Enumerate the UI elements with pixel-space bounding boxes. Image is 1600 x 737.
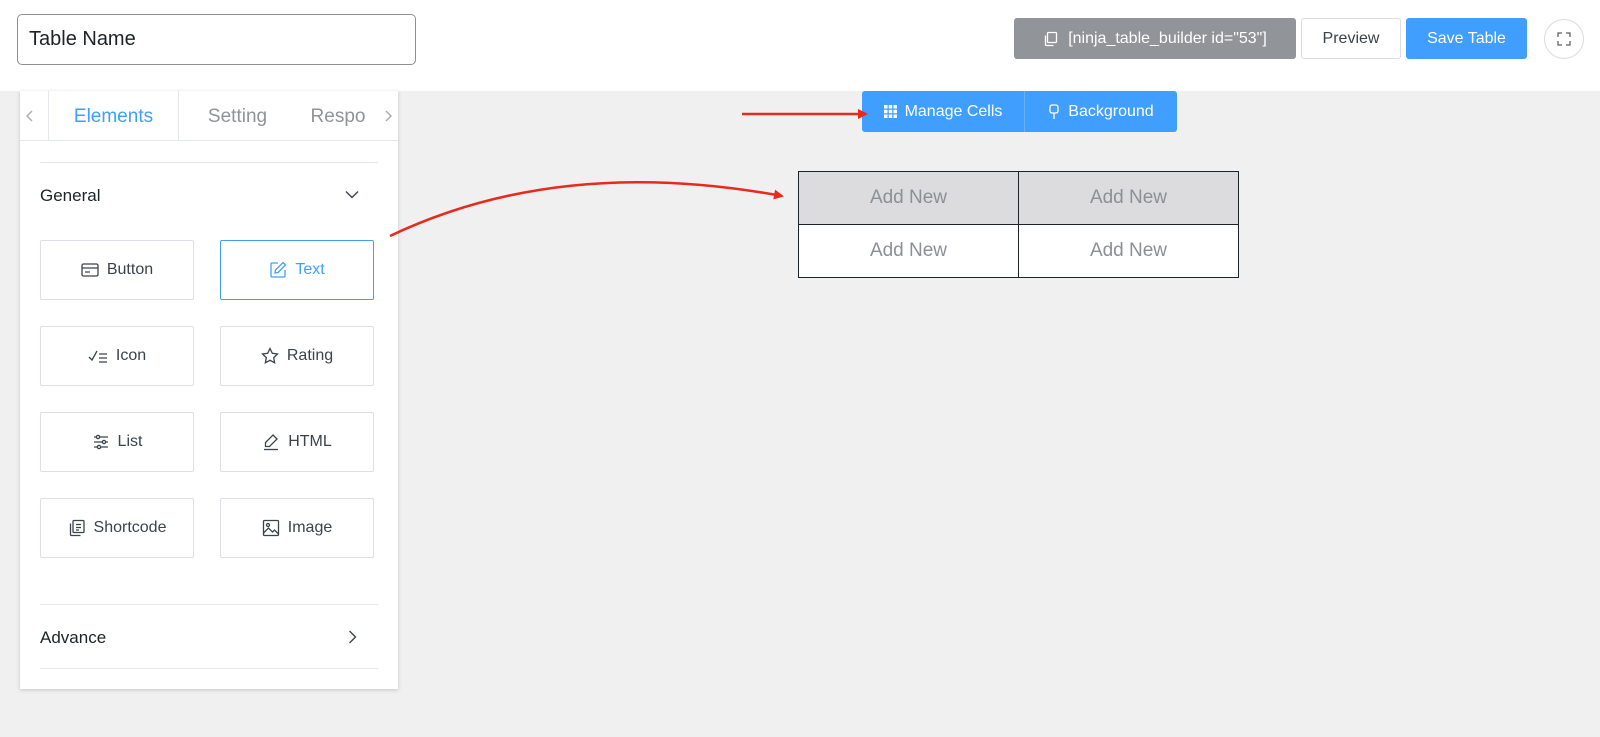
elements-panel: Elements Setting Respo General Button Te… (20, 91, 398, 689)
chevron-down-icon[interactable] (344, 186, 360, 202)
fullscreen-icon (1557, 32, 1571, 46)
divider (40, 604, 378, 605)
chevron-right-icon[interactable] (344, 629, 360, 645)
general-section-title[interactable]: General (40, 186, 100, 206)
divider (40, 162, 378, 163)
element-rating[interactable]: Rating (220, 326, 374, 386)
table-name-input[interactable] (17, 14, 416, 65)
brush-icon (1049, 103, 1059, 119)
copy-icon (1045, 31, 1058, 46)
copy-shortcode-button[interactable]: [ninja_table_builder id="53"] (1014, 18, 1296, 59)
chevron-right-icon (385, 110, 392, 122)
top-bar: [ninja_table_builder id="53"] Preview Sa… (0, 0, 1600, 91)
element-button[interactable]: Button (40, 240, 194, 300)
preview-button[interactable]: Preview (1301, 18, 1401, 59)
panel-tabs: Elements Setting Respo (20, 91, 398, 141)
tab-setting[interactable]: Setting (179, 91, 296, 140)
tab-elements[interactable]: Elements (48, 91, 179, 140)
star-icon (260, 347, 279, 365)
edit-icon (270, 261, 287, 278)
shortcode-text: [ninja_table_builder id="53"] (1068, 29, 1267, 47)
sliders-icon (93, 434, 108, 450)
grid-icon (883, 105, 897, 118)
background-button[interactable]: Background (1025, 91, 1177, 132)
card-icon (81, 263, 99, 277)
fullscreen-button[interactable] (1544, 19, 1584, 59)
element-html[interactable]: HTML (220, 412, 374, 472)
tab-responsive[interactable]: Respo (296, 91, 380, 140)
table-cell-add-new[interactable]: Add New (798, 224, 1019, 278)
check-list-icon (88, 350, 107, 363)
pen-icon (264, 434, 279, 451)
advance-section-title[interactable]: Advance (40, 628, 106, 648)
builder-table: Add New Add New Add New Add New (798, 171, 1239, 278)
table-row: Add New Add New (798, 171, 1239, 225)
table-cell-add-new[interactable]: Add New (798, 171, 1019, 225)
element-shortcode[interactable]: Shortcode (40, 498, 194, 558)
manage-cells-button[interactable]: Manage Cells (862, 91, 1025, 132)
element-icon[interactable]: Icon (40, 326, 194, 386)
arrow-to-table (389, 180, 784, 238)
cell-toolbar: Manage Cells Background (862, 91, 1177, 132)
table-row: Add New Add New (798, 224, 1239, 278)
element-text[interactable]: Text (220, 240, 374, 300)
tabs-scroll-left[interactable] (20, 91, 40, 140)
image-icon (262, 519, 279, 537)
chevron-left-icon (26, 110, 33, 122)
save-table-button[interactable]: Save Table (1406, 18, 1527, 59)
copy-document-icon (69, 519, 85, 537)
divider (40, 668, 378, 669)
table-cell-add-new[interactable]: Add New (1018, 171, 1239, 225)
table-cell-add-new[interactable]: Add New (1018, 224, 1239, 278)
element-image[interactable]: Image (220, 498, 374, 558)
element-list[interactable]: List (40, 412, 194, 472)
tabs-scroll-right[interactable] (378, 91, 398, 140)
